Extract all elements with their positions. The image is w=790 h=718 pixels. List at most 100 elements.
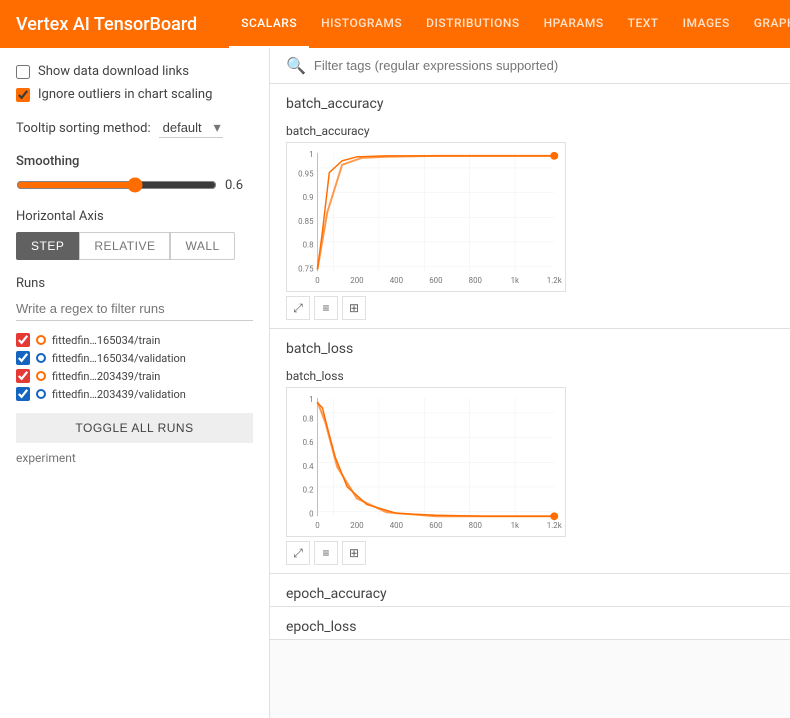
run-4-checkbox[interactable]	[16, 387, 30, 401]
svg-text:0.8: 0.8	[303, 415, 314, 424]
axis-step-btn[interactable]: STEP	[16, 232, 79, 260]
chart-batch-loss: 0 0.2 0.4 0.6 0.8 1 0 200 400 600 800 1k…	[286, 387, 566, 537]
sidebar: Show data download links Ignore outliers…	[0, 48, 270, 718]
h-axis-section: Horizontal Axis STEP RELATIVE WALL	[16, 209, 253, 260]
run-2-label: fittedfin…165034/validation	[52, 352, 186, 365]
run-item-3: fittedfin…203439/train	[16, 369, 253, 383]
svg-text:800: 800	[469, 276, 482, 285]
run-4-circle	[36, 389, 46, 399]
svg-text:1k: 1k	[511, 521, 519, 530]
svg-text:1.2k: 1.2k	[547, 276, 562, 285]
section-epoch-loss: epoch_loss	[270, 607, 790, 640]
section-epoch-loss-header: epoch_loss	[270, 607, 790, 639]
svg-text:1: 1	[309, 395, 313, 404]
svg-text:1: 1	[309, 150, 313, 159]
search-bar: 🔍	[270, 48, 790, 84]
run-item-4: fittedfin…203439/validation	[16, 387, 253, 401]
runs-filter-input[interactable]	[16, 297, 253, 321]
axis-buttons: STEP RELATIVE WALL	[16, 232, 253, 260]
run-3-checkbox[interactable]	[16, 369, 30, 383]
svg-text:800: 800	[469, 521, 482, 530]
tooltip-select[interactable]: default	[159, 118, 223, 138]
svg-text:1k: 1k	[511, 276, 519, 285]
download-section: Show data download links Ignore outliers…	[16, 64, 253, 102]
svg-text:1.2k: 1.2k	[547, 521, 562, 530]
show-download-checkbox[interactable]	[16, 65, 30, 79]
expand-button-batch-accuracy[interactable]: ⤢	[286, 296, 310, 320]
nav-images[interactable]: IMAGES	[671, 0, 742, 48]
svg-text:400: 400	[390, 276, 403, 285]
svg-text:0.8: 0.8	[303, 241, 314, 250]
svg-text:0.85: 0.85	[298, 217, 314, 226]
svg-text:0: 0	[309, 509, 313, 518]
nav-hparams[interactable]: HPARAMS	[532, 0, 616, 48]
run-2-circle	[36, 353, 46, 363]
runs-label: Runs	[16, 276, 253, 291]
chart-svg-batch-loss: 0 0.2 0.4 0.6 0.8 1 0 200 400 600 800 1k…	[287, 388, 565, 536]
nav-graphs[interactable]: GRAPHS	[742, 0, 790, 48]
svg-text:200: 200	[350, 276, 363, 285]
search-input[interactable]	[314, 58, 774, 73]
tooltip-row: Tooltip sorting method: default ▾	[16, 118, 253, 138]
search-icon: 🔍	[286, 56, 306, 75]
run-1-label: fittedfin…165034/train	[52, 334, 160, 347]
chart-title-batch-accuracy: batch_accuracy	[286, 124, 566, 138]
data-button-batch-accuracy[interactable]: ≡	[314, 296, 338, 320]
runs-section: Runs fittedfin…165034/train fittedfin…16…	[16, 276, 253, 465]
svg-text:0.95: 0.95	[298, 170, 314, 179]
chart-card-batch-loss: batch_loss 0 0.2 0.4 0.6	[270, 361, 582, 573]
axis-relative-btn[interactable]: RELATIVE	[79, 232, 170, 260]
run-3-label: fittedfin…203439/train	[52, 370, 160, 383]
data-button-batch-loss[interactable]: ≡	[314, 541, 338, 565]
toggle-all-runs-button[interactable]: TOGGLE ALL RUNS	[16, 413, 253, 443]
svg-text:0: 0	[315, 521, 319, 530]
chart-card-batch-accuracy: batch_accuracy 0.75 0.8 0.85	[270, 116, 582, 328]
smoothing-label: Smoothing	[16, 154, 253, 169]
header: Vertex AI TensorBoard SCALARS HISTOGRAMS…	[0, 0, 790, 48]
chart-actions-batch-loss: ⤢ ≡ ⊞	[286, 541, 566, 565]
svg-text:0.6: 0.6	[303, 438, 315, 447]
run-1-checkbox[interactable]	[16, 333, 30, 347]
smoothing-slider[interactable]	[16, 177, 217, 193]
chart-actions-batch-accuracy: ⤢ ≡ ⊞	[286, 296, 566, 320]
svg-text:0.4: 0.4	[303, 462, 315, 471]
svg-text:0.2: 0.2	[303, 486, 315, 495]
smoothing-value: 0.6	[225, 178, 253, 193]
svg-text:200: 200	[350, 521, 363, 530]
show-download-row[interactable]: Show data download links	[16, 64, 253, 79]
nav-scalars[interactable]: SCALARS	[229, 0, 309, 48]
show-download-label: Show data download links	[38, 64, 189, 79]
nav-distributions[interactable]: DISTRIBUTIONS	[414, 0, 531, 48]
svg-text:0.9: 0.9	[303, 193, 314, 202]
svg-text:600: 600	[429, 276, 442, 285]
section-batch-loss: batch_loss batch_loss 0 0.2 0.	[270, 329, 790, 574]
run-4-label: fittedfin…203439/validation	[52, 388, 186, 401]
section-epoch-accuracy-header: epoch_accuracy	[270, 574, 790, 606]
nav-text[interactable]: TEXT	[616, 0, 671, 48]
svg-text:0.75: 0.75	[298, 264, 314, 273]
tooltip-label: Tooltip sorting method:	[16, 121, 151, 136]
nav-histograms[interactable]: HISTOGRAMS	[309, 0, 414, 48]
ignore-outliers-checkbox[interactable]	[16, 88, 30, 102]
section-batch-accuracy-header: batch_accuracy	[270, 84, 790, 116]
section-epoch-accuracy: epoch_accuracy	[270, 574, 790, 607]
ignore-outliers-row[interactable]: Ignore outliers in chart scaling	[16, 87, 253, 102]
run-2-checkbox[interactable]	[16, 351, 30, 365]
chart-title-batch-loss: batch_loss	[286, 369, 566, 383]
svg-text:400: 400	[390, 521, 403, 530]
coords-button-batch-loss[interactable]: ⊞	[342, 541, 366, 565]
expand-button-batch-loss[interactable]: ⤢	[286, 541, 310, 565]
section-batch-accuracy: batch_accuracy batch_accuracy 0.75	[270, 84, 790, 329]
h-axis-label: Horizontal Axis	[16, 209, 253, 224]
experiment-link[interactable]: experiment	[16, 451, 253, 465]
ignore-outliers-label: Ignore outliers in chart scaling	[38, 87, 212, 102]
brand-title: Vertex AI TensorBoard	[16, 14, 197, 35]
axis-wall-btn[interactable]: WALL	[170, 232, 234, 260]
run-item-2: fittedfin…165034/validation	[16, 351, 253, 365]
svg-text:0: 0	[315, 276, 319, 285]
run-3-circle	[36, 371, 46, 381]
tooltip-select-wrapper[interactable]: default ▾	[159, 118, 223, 138]
smoothing-section: Smoothing 0.6	[16, 154, 253, 193]
coords-button-batch-accuracy[interactable]: ⊞	[342, 296, 366, 320]
chart-svg-batch-accuracy: 0.75 0.8 0.85 0.9 0.95 1 0 200 400 600 8…	[287, 143, 565, 291]
